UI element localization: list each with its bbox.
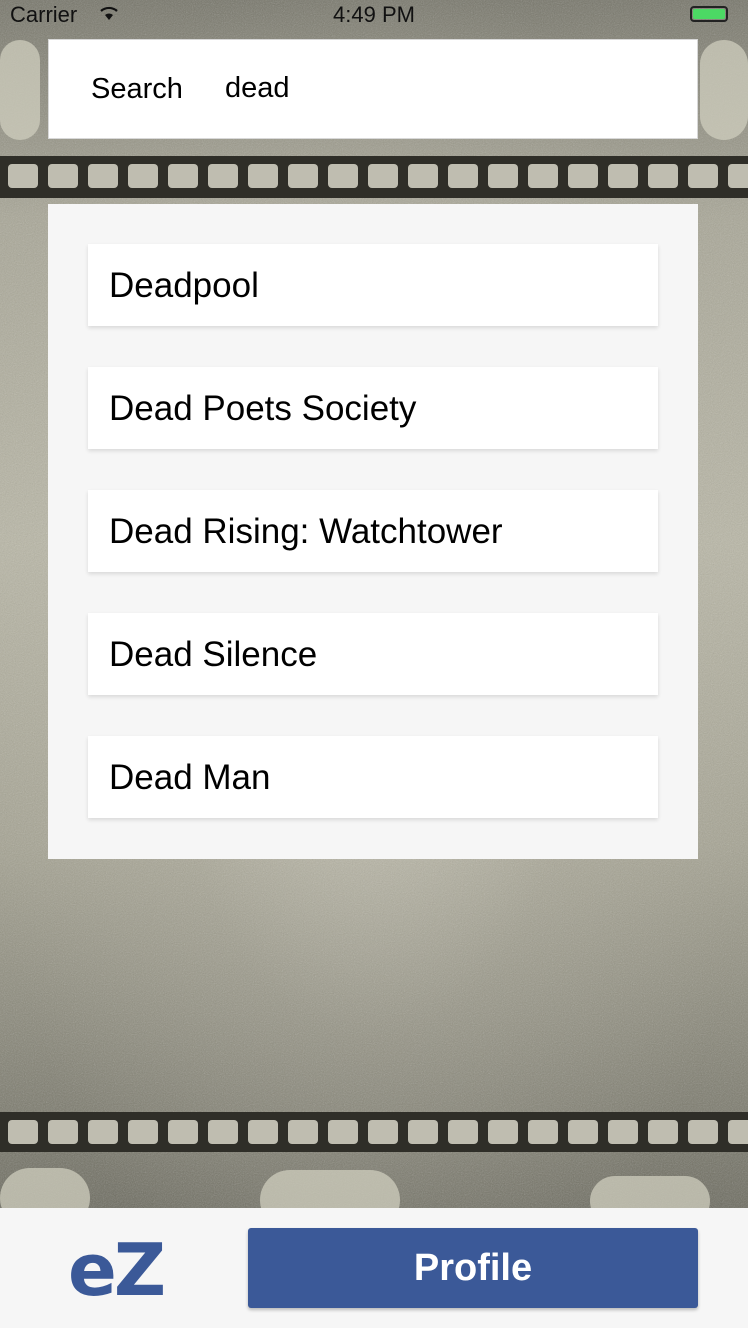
film-sprocket — [568, 1120, 598, 1144]
film-sprocket — [248, 164, 278, 188]
film-sprocket — [648, 164, 678, 188]
battery-level — [693, 9, 725, 19]
film-strip-top — [0, 156, 748, 198]
film-sprocket — [48, 164, 78, 188]
result-item-dead-silence[interactable]: Dead Silence — [88, 613, 658, 695]
film-sprocket — [448, 164, 478, 188]
film-sprocket — [328, 1120, 358, 1144]
film-sprocket — [408, 164, 438, 188]
film-sprocket — [568, 164, 598, 188]
film-sprocket — [168, 1120, 198, 1144]
battery-icon — [690, 6, 728, 22]
app-logo[interactable]: eZ — [68, 1230, 166, 1310]
film-sprocket — [528, 1120, 558, 1144]
film-sprocket — [208, 164, 238, 188]
result-title: Deadpool — [109, 266, 259, 305]
film-sprocket — [488, 1120, 518, 1144]
film-sprocket — [448, 1120, 478, 1144]
film-sprocket — [248, 1120, 278, 1144]
film-sprocket — [368, 164, 398, 188]
film-sprocket — [608, 1120, 638, 1144]
film-sprocket — [288, 1120, 318, 1144]
film-sprocket — [488, 164, 518, 188]
film-sprocket — [8, 1120, 38, 1144]
film-sprocket — [288, 164, 318, 188]
film-sprocket — [328, 164, 358, 188]
status-time: 4:49 PM — [333, 2, 415, 27]
result-item-dead-rising-watchtower[interactable]: Dead Rising: Watchtower — [88, 490, 658, 572]
result-item-dead-poets-society[interactable]: Dead Poets Society — [88, 367, 658, 449]
film-sprocket — [608, 164, 638, 188]
search-results-list: Deadpool Dead Poets Society Dead Rising:… — [48, 204, 698, 859]
film-sprocket — [168, 164, 198, 188]
result-title: Dead Rising: Watchtower — [109, 512, 503, 551]
bottom-bar: eZ Profile — [0, 1208, 748, 1328]
film-sprocket — [408, 1120, 438, 1144]
film-sprocket — [8, 164, 38, 188]
result-title: Dead Silence — [109, 635, 318, 674]
profile-button[interactable]: Profile — [248, 1228, 698, 1308]
film-sprocket — [688, 164, 718, 188]
film-sprocket — [88, 1120, 118, 1144]
film-sprocket — [728, 1120, 748, 1144]
film-sprocket — [368, 1120, 398, 1144]
film-sprocket — [128, 1120, 158, 1144]
search-input[interactable] — [225, 66, 665, 110]
result-item-dead-man[interactable]: Dead Man — [88, 736, 658, 818]
film-sprocket — [728, 164, 748, 188]
status-bar: Carrier 4:49 PM — [0, 0, 748, 30]
search-bar: Search — [48, 39, 698, 139]
film-sprocket — [688, 1120, 718, 1144]
film-sprocket — [208, 1120, 238, 1144]
result-item-deadpool[interactable]: Deadpool — [88, 244, 658, 326]
result-title: Dead Man — [109, 758, 271, 797]
film-strip-bottom — [0, 1112, 748, 1152]
search-label: Search — [91, 73, 183, 105]
result-title: Dead Poets Society — [109, 389, 417, 428]
film-sprocket — [528, 164, 558, 188]
film-sprocket — [648, 1120, 678, 1144]
film-sprocket — [48, 1120, 78, 1144]
film-sprocket — [88, 164, 118, 188]
film-sprocket — [128, 164, 158, 188]
